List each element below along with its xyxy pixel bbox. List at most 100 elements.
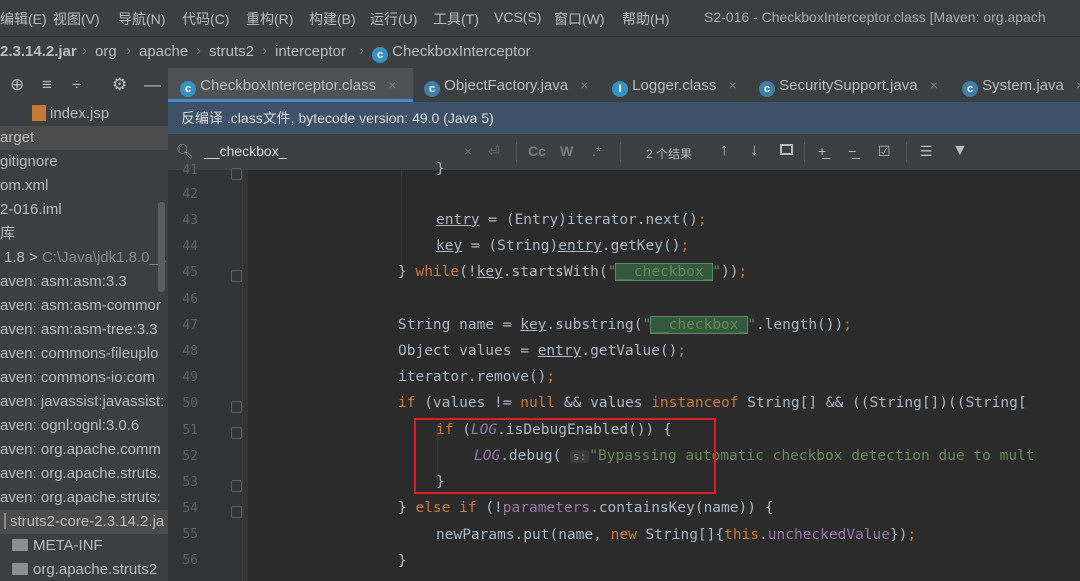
breadcrumb-class[interactable]: c CheckboxInterceptor: [372, 43, 531, 63]
tree-item[interactable]: aven: javassist:javassist:: [0, 390, 168, 414]
breadcrumb-jar[interactable]: 2.3.14.2.jar: [0, 43, 77, 60]
breadcrumb-apache[interactable]: apache: [139, 43, 188, 60]
menu-run[interactable]: 运行(U): [370, 9, 417, 29]
expand-all-icon[interactable]: ≡: [42, 75, 52, 95]
close-icon[interactable]: ×: [388, 77, 396, 93]
tree-item[interactable]: index.jsp: [0, 102, 168, 126]
chevron-right-icon: ›: [196, 42, 201, 59]
tree-item-label: aven: commons-fileuplo: [0, 345, 159, 362]
search-settings-icon[interactable]: ☰: [920, 143, 933, 160]
line-number: 49: [182, 370, 198, 385]
menu-edit[interactable]: 编辑(E): [0, 9, 47, 29]
clear-icon[interactable]: ×: [464, 143, 472, 159]
menu-window[interactable]: 窗口(W): [554, 9, 605, 29]
tree-item[interactable]: aven: org.apache.comm: [0, 438, 168, 462]
tree-item[interactable]: aven: ognl:ognl:3.0.6: [0, 414, 168, 438]
tab-logger[interactable]: I Logger.class ×: [608, 68, 737, 102]
search-icon[interactable]: 🔍︎: [176, 143, 194, 160]
tree-item[interactable]: aven: asm:asm-tree:3.3: [0, 318, 168, 342]
tree-item[interactable]: 库: [0, 222, 168, 246]
chevron-right-icon: ›: [359, 42, 364, 59]
menu-refactor[interactable]: 重构(R): [246, 9, 293, 29]
tree-item-label: aven: asm:asm-commor: [0, 297, 161, 314]
add-selection-icon[interactable]: +̲: [818, 143, 826, 159]
filter-icon[interactable]: ▼: [952, 142, 968, 160]
match-case-toggle[interactable]: Cc: [528, 143, 546, 159]
tree-item[interactable]: aven: commons-io:com: [0, 366, 168, 390]
menu-build[interactable]: 构建(B): [309, 9, 356, 29]
arrow-up-icon[interactable]: ↑: [720, 140, 729, 160]
tab-objectfactory[interactable]: c ObjectFactory.java ×: [420, 68, 588, 102]
fold-marker-icon[interactable]: [231, 168, 242, 180]
tree-item[interactable]: aven: commons-fileuplo: [0, 342, 168, 366]
whole-words-toggle[interactable]: W: [560, 143, 573, 159]
tree-item-label: aven: org.apache.struts.: [0, 465, 161, 482]
menu-tools[interactable]: 工具(T): [433, 9, 479, 29]
tree-item[interactable]: gitignore: [0, 150, 168, 174]
tree-item[interactable]: arget: [0, 126, 168, 150]
fold-marker-icon[interactable]: [231, 506, 242, 518]
select-all-occurrences-icon[interactable]: [780, 144, 793, 155]
breadcrumb-org[interactable]: org: [95, 43, 117, 60]
project-toolbar: ⊕ ≡ ÷ ⚙ —: [0, 68, 168, 103]
minimize-icon[interactable]: —: [144, 75, 161, 95]
tree-item[interactable]: om.xml: [0, 174, 168, 198]
close-icon[interactable]: ×: [580, 77, 588, 93]
breadcrumb-struts2[interactable]: struts2: [209, 43, 254, 60]
fold-marker-icon[interactable]: [231, 270, 242, 282]
search-input[interactable]: __checkbox_: [204, 143, 287, 159]
tab-label: System.java: [982, 77, 1064, 94]
tab-label: Logger.class: [632, 77, 717, 94]
line-number: 56: [182, 553, 198, 568]
breadcrumb-interceptor[interactable]: interceptor: [275, 43, 346, 60]
tree-item[interactable]: aven: org.apache.struts:: [0, 486, 168, 510]
line-number: 43: [182, 213, 198, 228]
menu-code[interactable]: 代码(C): [182, 9, 229, 29]
code-line: String name = key.substring("__checkbox_…: [398, 316, 852, 334]
tab-label: CheckboxInterceptor.class: [200, 77, 377, 94]
line-number: 48: [182, 344, 198, 359]
menu-navigate[interactable]: 导航(N): [118, 9, 165, 29]
sidebar-scrollbar[interactable]: [158, 202, 165, 292]
fold-marker-icon[interactable]: [231, 480, 242, 492]
tree-item[interactable]: 1.8 > C:\Java\jdk1.8.0_1: [0, 246, 168, 270]
select-all-icon[interactable]: ☑: [878, 143, 891, 160]
code-line: Object values = entry.getValue();: [398, 343, 687, 359]
tree-item-label: aven: ognl:ognl:3.0.6: [0, 417, 140, 434]
tree-item[interactable]: 2-016.iml: [0, 198, 168, 222]
tree-item[interactable]: struts2-core-2.3.14.2.ja: [0, 510, 168, 534]
new-line-icon[interactable]: ⏎: [488, 143, 500, 160]
tree-item[interactable]: aven: asm:asm-commor: [0, 294, 168, 318]
crosshair-icon[interactable]: ⊕: [10, 75, 24, 95]
regex-toggle[interactable]: .*: [592, 143, 601, 159]
project-tree: index.jsp arget gitignore om.xml 2-016.i…: [0, 102, 168, 581]
tab-checkboxinterceptor[interactable]: c CheckboxInterceptor.class ×: [168, 68, 413, 102]
line-number: 50: [182, 396, 198, 411]
divider: [516, 142, 517, 162]
code-line: key = (String)entry.getKey();: [436, 238, 690, 254]
menu-vcs[interactable]: VCS(S): [494, 9, 541, 25]
gear-icon[interactable]: ⚙: [112, 75, 127, 95]
line-number: 54: [182, 501, 198, 516]
code-editor[interactable]: [248, 170, 1080, 581]
menu-view[interactable]: 视图(V): [53, 9, 100, 29]
tree-item[interactable]: aven: org.apache.struts.: [0, 462, 168, 486]
close-icon[interactable]: ×: [729, 77, 737, 93]
tree-item[interactable]: org.apache.struts2: [0, 558, 168, 581]
chevron-right-icon: ›: [82, 42, 87, 59]
tab-system[interactable]: c System.java ×: [958, 68, 1080, 102]
tab-securitysupport[interactable]: c SecuritySupport.java ×: [755, 68, 938, 102]
jdk-path: C:\Java\jdk1.8.0_1: [41, 249, 167, 266]
tree-item-label: aven: asm:asm-tree:3.3: [0, 321, 158, 338]
menu-help[interactable]: 帮助(H): [622, 9, 669, 29]
arrow-down-icon[interactable]: ↓: [750, 140, 759, 160]
remove-selection-icon[interactable]: −̲: [848, 143, 856, 159]
tree-item-label: om.xml: [0, 177, 49, 194]
fold-marker-icon[interactable]: [231, 401, 242, 413]
close-icon[interactable]: ×: [1076, 77, 1080, 93]
fold-marker-icon[interactable]: [231, 427, 242, 439]
tree-item[interactable]: aven: asm:asm:3.3: [0, 270, 168, 294]
tree-item[interactable]: META-INF: [0, 534, 168, 558]
collapse-all-icon[interactable]: ÷: [72, 75, 81, 95]
close-icon[interactable]: ×: [930, 77, 938, 93]
